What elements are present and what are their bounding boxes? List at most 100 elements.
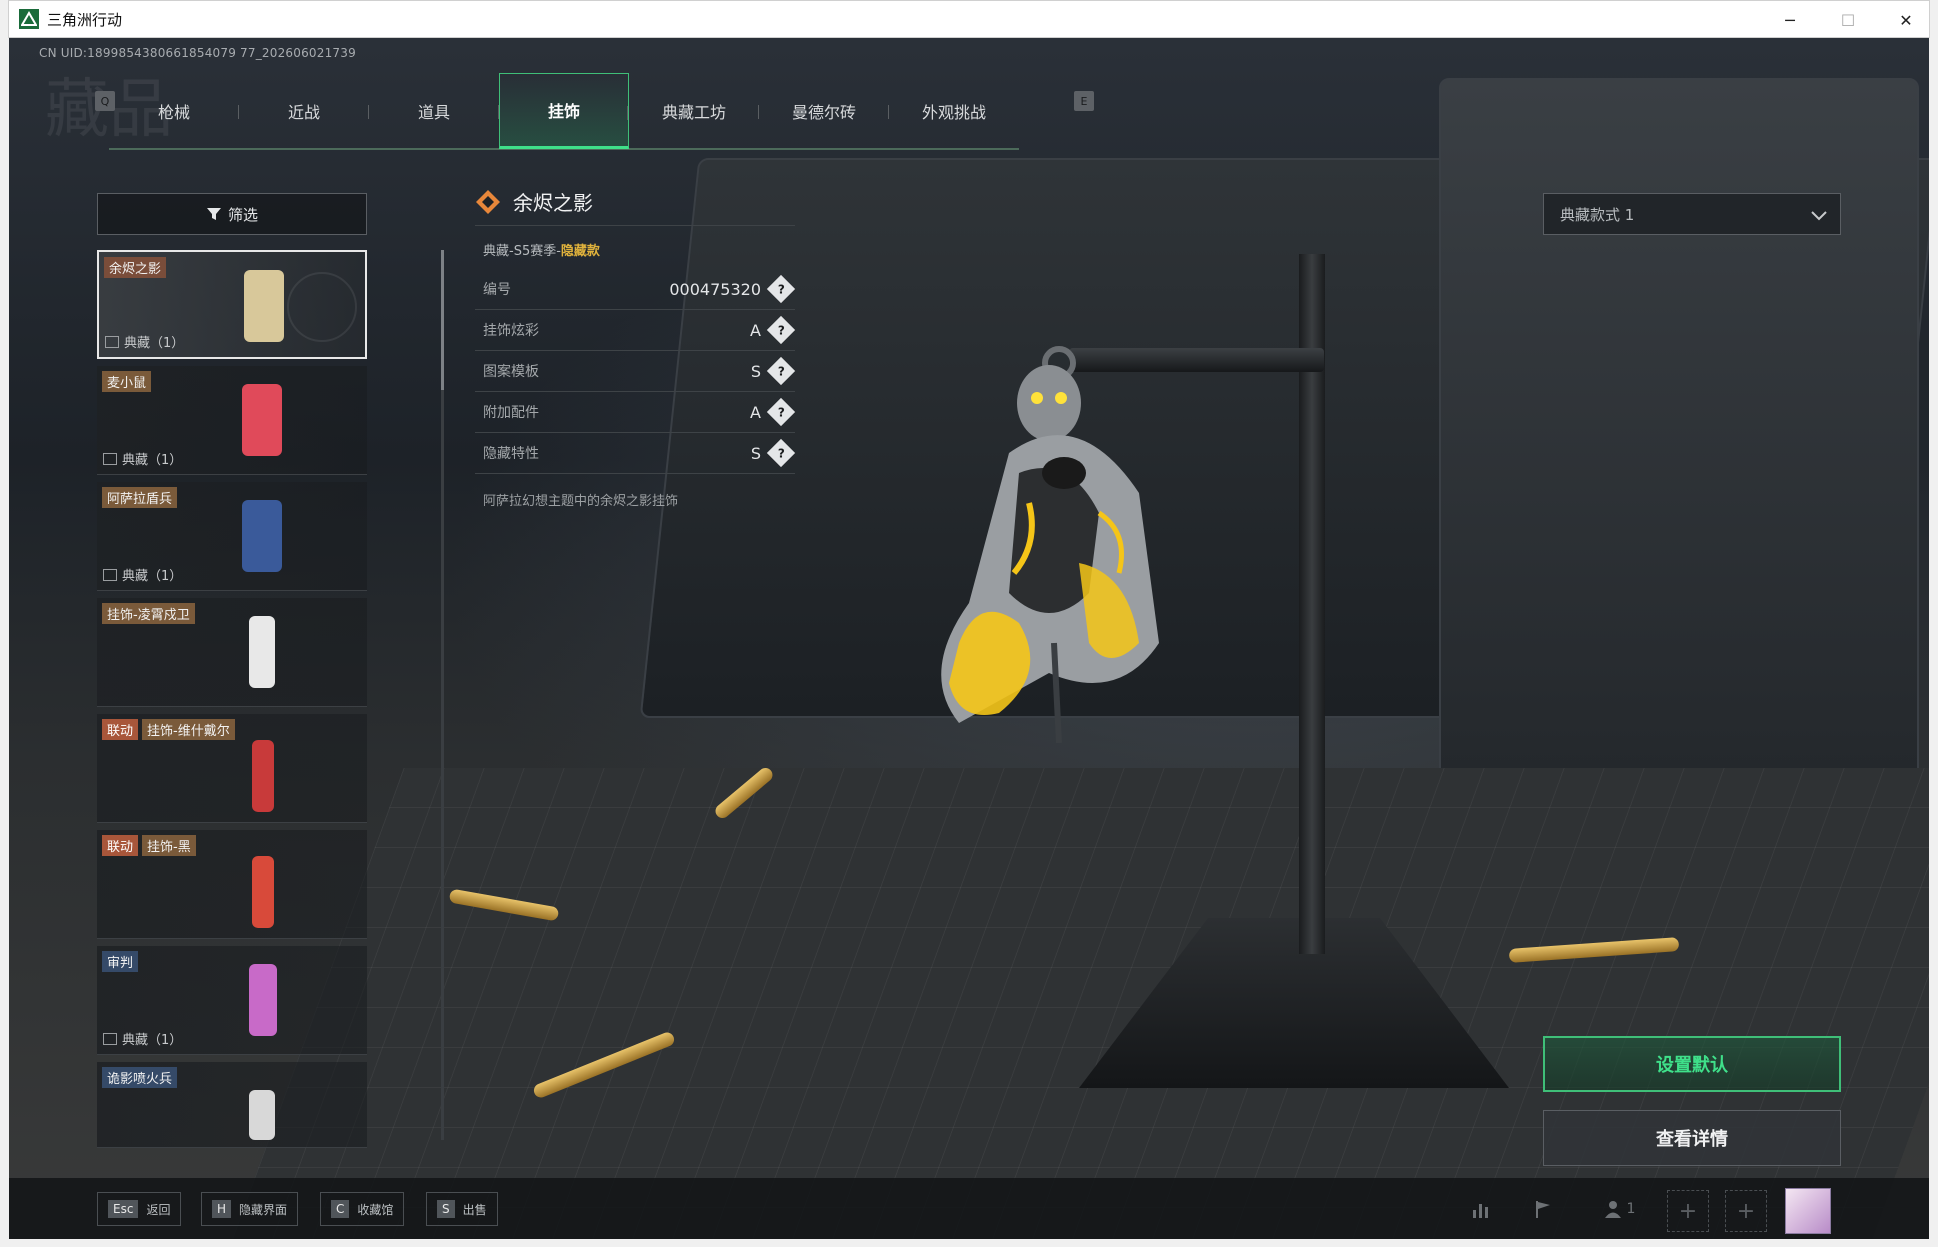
item-count: 典藏（1） [124,336,185,351]
window-titlebar: 三角洲行动 ─ ☐ ✕ [8,0,1930,38]
attr-label: 附加配件 [483,405,539,421]
tab-mandel-brick[interactable]: 曼德尔砖 [759,73,889,149]
list-item[interactable]: 麦小鼠 典藏（1） [97,366,367,475]
scrollbar-thumb[interactable] [441,250,444,390]
season-info: 典藏-S5赛季-隐藏款 [475,240,795,259]
help-icon[interactable]: ? [766,397,796,427]
item-thumbnail [249,964,277,1036]
filter-label: 筛选 [227,205,258,224]
maximize-button[interactable]: ☐ [1819,1,1877,39]
item-name-tag: 余烬之影 [104,257,167,278]
filter-button[interactable]: 筛选 [97,193,367,235]
collab-tag: 联动 [102,835,139,856]
key-label: H [212,1200,232,1218]
view-details-button[interactable]: 查看详情 [1543,1110,1841,1166]
attr-value: 000475320 [669,279,761,299]
collection-icon [105,335,119,348]
help-icon[interactable]: ? [766,274,796,304]
list-item[interactable]: 审判 典藏（1） [97,946,367,1055]
back-hint-button[interactable]: Esc 返回 [97,1192,182,1226]
list-item[interactable]: 联动 挂饰-黑 [97,830,367,939]
attr-value: A [750,402,761,422]
hint-label: 收藏馆 [357,1202,394,1217]
game-viewport: CN UID:1899854380661854079 77_2026060217… [9,38,1929,1239]
bottom-hint-bar: Esc 返回 H 隐藏界面 C 收藏馆 S 出售 1 + + [9,1178,1929,1239]
close-button[interactable]: ✕ [1877,1,1935,39]
list-item[interactable]: 阿萨拉盾兵 典藏（1） [97,482,367,591]
hide-ui-hint-button[interactable]: H 隐藏界面 [201,1192,299,1226]
key-label: C [331,1200,350,1218]
item-thumbnail [249,1090,275,1140]
style-select-value: 典藏款式 1 [1560,205,1635,224]
item-name-tag: 挂饰-凌霄戍卫 [102,603,195,624]
attr-value: S [750,361,761,381]
hint-label: 隐藏界面 [239,1202,288,1217]
item-description: 阿萨拉幻想主题中的余烬之影挂饰 [483,494,679,509]
tab-next-key[interactable]: E [1074,91,1094,111]
item-count: 典藏（1） [122,453,183,468]
app-logo-icon [19,9,39,29]
collab-tag: 联动 [102,719,139,740]
stats-chart-icon[interactable] [1461,1190,1501,1228]
season-label: 典藏-S5赛季- [483,244,561,259]
party-members-button[interactable]: 1 [1589,1190,1649,1228]
chevron-down-icon [1811,211,1827,221]
detail-header: 余烬之影 [475,178,795,226]
tab-guns[interactable]: 枪械 [109,73,239,149]
collection-hall-hint-button[interactable]: C 收藏馆 [320,1192,405,1226]
list-item[interactable]: 挂饰-凌霄戍卫 [97,598,367,707]
tab-items[interactable]: 道具 [369,73,499,149]
attr-label: 图案模板 [483,364,539,380]
item-thumbnail [244,270,284,342]
tab-appearance-challenge[interactable]: 外观挑战 [889,73,1019,149]
help-icon[interactable]: ? [766,356,796,386]
user-icon [1604,1201,1621,1218]
charm-model-preview[interactable] [899,343,1229,813]
list-item[interactable]: 联动 挂饰-维什戴尔 [97,714,367,823]
item-count: 典藏（1） [122,1033,183,1048]
item-thumbnail [252,740,274,812]
attr-value: S [750,443,761,463]
collection-icon [103,1032,117,1045]
item-name-tag: 挂饰-维什戴尔 [142,719,235,740]
tab-collection-workshop[interactable]: 典藏工坊 [629,73,759,149]
item-thumbnail [242,500,282,572]
attr-row-color: 挂饰炫彩 A ? [475,310,796,351]
attr-row-hidden-trait: 隐藏特性 S ? [475,433,796,474]
tab-charms[interactable]: 挂饰 [499,73,629,149]
item-name-tag: 挂饰-黑 [142,835,196,856]
add-member-slot[interactable]: + [1725,1190,1767,1232]
key-label: Esc [108,1200,139,1218]
item-thumbnail [242,384,282,456]
help-icon[interactable]: ? [766,438,796,468]
item-name-tag: 审判 [102,951,139,972]
item-name-tag: 诡影喷火兵 [102,1067,178,1088]
item-name-tag: 麦小鼠 [102,371,152,392]
list-item[interactable]: 余烬之影 典藏（1） [97,250,367,359]
collection-icon [103,452,117,465]
filter-icon [206,208,221,220]
help-icon[interactable]: ? [766,315,796,345]
list-item[interactable]: 诡影喷火兵 [97,1062,367,1148]
avatar[interactable] [1785,1188,1831,1234]
add-member-slot[interactable]: + [1667,1190,1709,1232]
detail-panel: 余烬之影 典藏-S5赛季-隐藏款 编号 000475320 ? 挂饰炫彩 A ?… [475,178,796,509]
attr-value: A [750,320,761,340]
tab-melee[interactable]: 近战 [239,73,369,149]
item-emblem-icon [287,272,357,342]
key-label: S [437,1200,455,1218]
style-select-dropdown[interactable]: 典藏款式 1 [1543,193,1841,235]
minimize-button[interactable]: ─ [1761,1,1819,39]
flag-icon[interactable] [1523,1190,1563,1228]
item-count: 典藏（1） [122,569,183,584]
set-default-button[interactable]: 设置默认 [1543,1036,1841,1092]
hint-label: 返回 [146,1202,171,1217]
sell-hint-button[interactable]: S 出售 [426,1192,498,1226]
list-scrollbar[interactable] [441,250,444,1140]
attr-row-accessory: 附加配件 A ? [475,392,796,433]
item-thumbnail [252,856,274,928]
attr-label: 编号 [483,282,511,298]
attr-row-serial: 编号 000475320 ? [475,269,796,310]
party-count: 1 [1626,1201,1636,1217]
item-name-tag: 阿萨拉盾兵 [102,487,178,508]
